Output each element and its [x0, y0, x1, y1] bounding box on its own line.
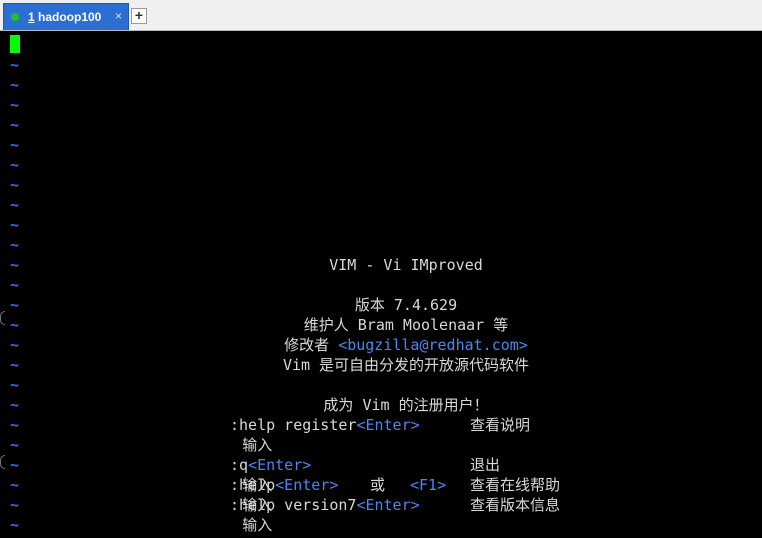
tilde-marker: ~ — [10, 476, 20, 494]
tilde-marker: ~ — [10, 136, 20, 154]
f1-key: <F1> — [410, 476, 447, 494]
tilde-marker: ~ — [10, 196, 20, 214]
help-description: 查看在线帮助 — [470, 476, 561, 494]
vim-register-heading: 成为 Vim 的注册用户！ — [323, 396, 489, 414]
terminal-area[interactable]: ~ ~ ~ ~ ~ ~ ~ ~ ~ ~ ~ ~ ~ ~ ~ ~ ~ ~ ~ ~ … — [0, 31, 762, 538]
enter-key: <Enter> — [248, 456, 312, 474]
tilde-marker: ~ — [10, 456, 20, 474]
new-tab-button[interactable]: + — [131, 8, 147, 24]
tilde-marker: ~ — [10, 96, 20, 114]
vim-version: 版本 7.4.629 — [354, 296, 458, 314]
tilde-marker: ~ — [10, 416, 20, 434]
help-command: :help<Enter> — [230, 476, 339, 494]
terminal-window: 1 hadoop100 × + ~ ~ ~ ~ ~ ~ ~ ~ ~ ~ ~ ~ … — [0, 0, 762, 538]
vim-title: VIM - Vi IMproved — [329, 256, 483, 274]
help-or-text: 或 — [370, 476, 386, 494]
modified-by-label: 修改者 — [284, 336, 339, 354]
enter-key: <Enter> — [275, 476, 339, 494]
connection-status-dot-icon — [11, 13, 19, 21]
tilde-marker: ~ — [10, 496, 20, 514]
enter-key: <Enter> — [356, 416, 420, 434]
vim-maintainer: 维护人 Bram Moolenaar 等 — [303, 316, 509, 334]
register-command: :help register<Enter> — [230, 416, 420, 434]
version-description: 查看版本信息 — [470, 496, 561, 514]
tilde-marker: ~ — [10, 436, 20, 454]
tilde-marker: ~ — [10, 276, 20, 294]
tilde-marker: ~ — [10, 376, 20, 394]
modified-by-email: <bugzilla@redhat.com> — [338, 336, 528, 354]
tilde-marker: ~ — [10, 116, 20, 134]
register-description: 查看说明 — [470, 416, 531, 434]
tab-title: hadoop100 — [38, 10, 102, 24]
tilde-marker: ~ — [10, 236, 20, 254]
tab-hadoop100[interactable]: 1 hadoop100 × — [3, 3, 129, 30]
version-command: :help version7<Enter> — [230, 496, 420, 514]
input-label: 输入 — [242, 516, 273, 534]
input-label: 输入 — [242, 436, 273, 454]
vim-modified-by: 修改者 <bugzilla@redhat.com> — [0, 335, 762, 355]
tab-number: 1 — [28, 10, 35, 24]
tilde-marker: ~ — [10, 76, 20, 94]
tilde-marker: ~ — [10, 176, 20, 194]
tab-bar: 1 hadoop100 × + — [0, 0, 762, 31]
close-icon[interactable]: × — [115, 9, 122, 23]
tilde-marker: ~ — [10, 216, 20, 234]
tilde-marker: ~ — [10, 516, 20, 534]
enter-key: <Enter> — [356, 496, 420, 514]
tilde-marker: ~ — [10, 56, 20, 74]
tilde-marker: ~ — [10, 156, 20, 174]
vim-license: Vim 是可自由分发的开放源代码软件 — [282, 356, 530, 374]
quit-description: 退出 — [470, 456, 501, 474]
text-cursor — [10, 35, 20, 53]
window-edge-artifact — [0, 455, 5, 469]
quit-command: :q<Enter> — [230, 456, 312, 474]
